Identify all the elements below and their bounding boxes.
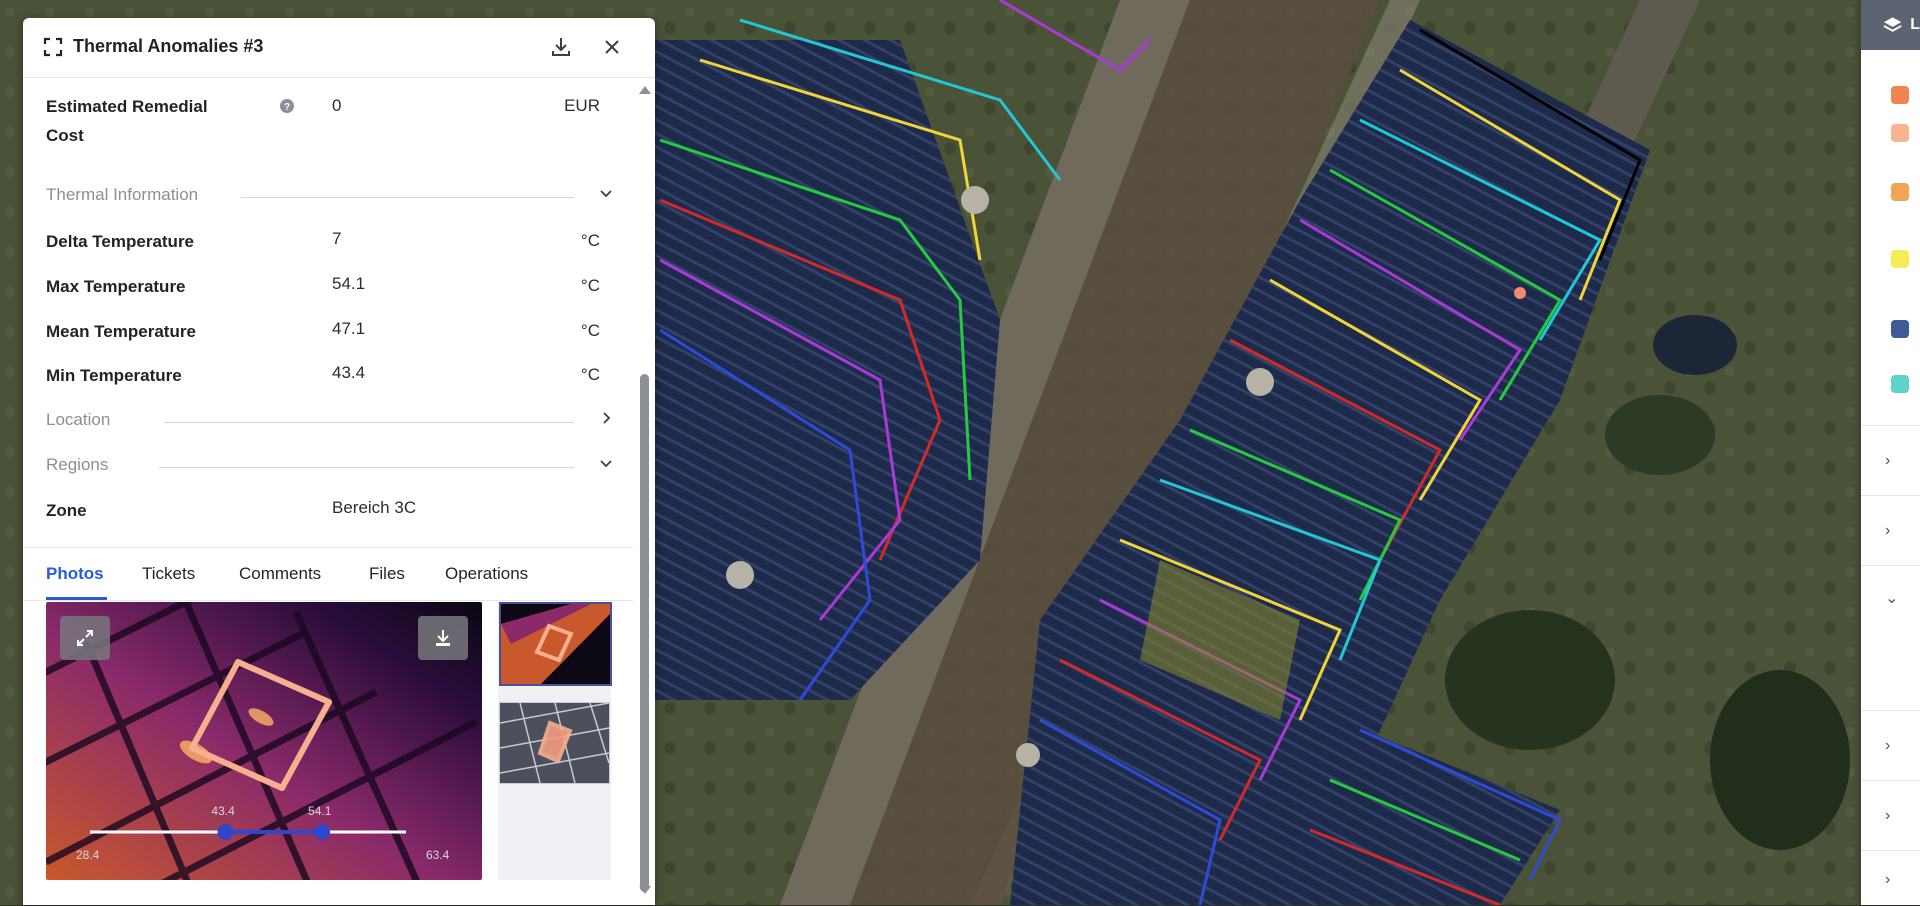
mean-temperature-unit: °C — [580, 321, 600, 340]
chevron-right-icon: › — [1885, 807, 1891, 824]
layers-panel: L › › ⌄ › › › — [1861, 0, 1920, 905]
chevron-right-icon[interactable] — [598, 410, 614, 426]
panel-scrollbar[interactable] — [634, 78, 655, 905]
layer-group-row[interactable]: › — [1861, 425, 1920, 496]
section-title: Regions — [46, 455, 109, 475]
tab-photos[interactable]: Photos — [46, 564, 104, 584]
mean-temperature-value: 47.1 — [332, 319, 366, 338]
svg-text:?: ? — [284, 102, 290, 113]
slider-high-label: 54.1 — [308, 804, 332, 818]
section-title: Location — [46, 410, 111, 430]
legend-swatch-4 — [1891, 250, 1909, 268]
min-temperature-label: Min Temperature — [46, 366, 182, 385]
slider-min-label: 28.4 — [76, 848, 100, 862]
layer-group-row[interactable]: ⌄ — [1861, 565, 1920, 676]
slider-low-handle — [217, 824, 234, 840]
tab-operations[interactable]: Operations — [445, 564, 528, 584]
chevron-down-icon[interactable] — [598, 455, 614, 471]
min-temperature-unit: °C — [580, 365, 600, 384]
scroll-up-arrow[interactable] — [639, 86, 651, 94]
max-temperature-row: Max Temperature 54.1 °C — [46, 272, 626, 302]
layer-group-row[interactable]: › — [1861, 850, 1920, 906]
remedial-cost-value: 0 — [332, 96, 342, 115]
layers-header[interactable]: L — [1861, 0, 1920, 50]
layers-header-label: L — [1910, 16, 1920, 33]
delta-temperature-label: Delta Temperature — [46, 232, 195, 251]
thermal-photo-viewer[interactable]: 43.4 54.1 28.4 63.4 — [46, 602, 482, 880]
layer-group-row[interactable]: › — [1861, 495, 1920, 566]
remedial-cost-row: Estimated Remedial Cost ? 0 EUR — [46, 92, 626, 152]
focus-frame-icon[interactable] — [43, 37, 63, 57]
delta-temperature-value: 7 — [332, 229, 342, 248]
legend-swatch-1 — [1891, 86, 1909, 104]
legend-swatch-2 — [1891, 124, 1909, 142]
chevron-right-icon: › — [1885, 452, 1891, 469]
scrollbar-thumb[interactable] — [640, 374, 649, 892]
section-divider — [164, 422, 574, 423]
legend-swatch-6 — [1891, 375, 1909, 393]
min-temperature-value: 43.4 — [332, 363, 366, 382]
zone-label: Zone — [46, 501, 87, 520]
mean-temperature-row: Mean Temperature 47.1 °C — [46, 317, 626, 347]
section-divider — [159, 467, 574, 468]
delta-temperature-unit: °C — [580, 231, 600, 250]
section-thermal-information[interactable]: Thermal Information — [46, 181, 614, 211]
panel-header: Thermal Anomalies #3 — [23, 18, 655, 78]
photo-thumbnail-visual[interactable] — [499, 702, 610, 784]
max-temperature-value: 54.1 — [332, 274, 366, 293]
tab-comments[interactable]: Comments — [239, 564, 321, 584]
tab-files[interactable]: Files — [369, 564, 405, 584]
scroll-down-arrow[interactable] — [639, 886, 651, 894]
photo-thumbnail-thermal[interactable] — [499, 602, 612, 686]
slider-high-handle — [314, 824, 331, 840]
layer-group-row[interactable]: › — [1861, 710, 1920, 781]
layers-icon — [1883, 17, 1902, 32]
remedial-cost-label: Estimated Remedial Cost — [46, 97, 208, 145]
remedial-cost-unit: EUR — [564, 96, 600, 115]
detail-tabs: Photos Tickets Comments Files Operations — [23, 547, 633, 601]
temperature-range-slider[interactable] — [46, 602, 482, 880]
delta-temperature-row: Delta Temperature 7 °C — [46, 227, 626, 257]
legend-swatch-3 — [1891, 183, 1909, 201]
chevron-down-icon: ⌄ — [1885, 590, 1899, 607]
panel-title: Thermal Anomalies #3 — [73, 36, 264, 56]
section-regions[interactable]: Regions — [46, 451, 614, 481]
photo-thumbnails — [498, 602, 612, 880]
tab-tickets[interactable]: Tickets — [142, 564, 195, 584]
chevron-right-icon: › — [1885, 871, 1891, 888]
section-divider — [241, 197, 574, 198]
help-icon[interactable]: ? — [280, 99, 294, 113]
max-temperature-unit: °C — [580, 276, 600, 295]
slider-max-label: 63.4 — [426, 848, 450, 862]
close-icon[interactable] — [601, 36, 623, 58]
zone-row: Zone Bereich 3C — [46, 496, 626, 526]
active-tab-indicator — [46, 597, 107, 600]
slider-low-label: 43.4 — [211, 804, 235, 818]
legend-swatch-5 — [1891, 320, 1909, 338]
chevron-right-icon: › — [1885, 522, 1891, 539]
section-location[interactable]: Location — [46, 406, 614, 436]
layer-group-row[interactable]: › — [1861, 780, 1920, 851]
max-temperature-label: Max Temperature — [46, 277, 186, 296]
anomaly-detail-panel: Thermal Anomalies #3 Estimated Remedial … — [23, 18, 655, 905]
section-title: Thermal Information — [46, 185, 199, 205]
chevron-down-icon[interactable] — [598, 185, 614, 201]
download-icon[interactable] — [550, 36, 572, 58]
chevron-right-icon: › — [1885, 737, 1891, 754]
zone-value: Bereich 3C — [332, 498, 417, 517]
min-temperature-row: Min Temperature 43.4 °C — [46, 361, 626, 391]
mean-temperature-label: Mean Temperature — [46, 322, 196, 341]
